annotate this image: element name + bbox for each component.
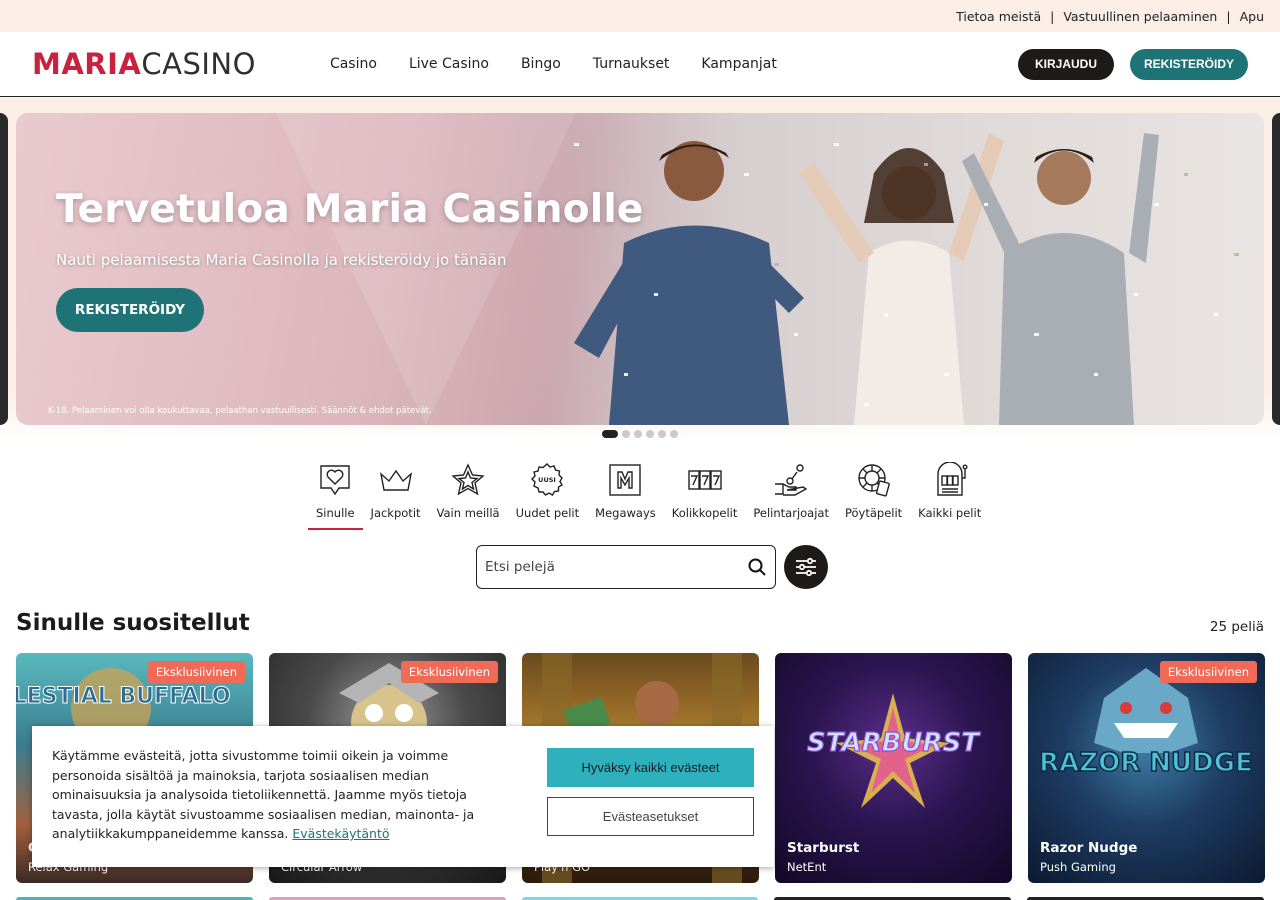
hero-section: Tervetuloa Maria Casinolle Nauti pelaami… bbox=[0, 97, 1280, 442]
carousel-dot[interactable] bbox=[634, 430, 642, 438]
exclusive-badge: Eksklusiivinen bbox=[1159, 661, 1257, 683]
game-search bbox=[476, 545, 776, 589]
carousel-dot[interactable] bbox=[622, 430, 630, 438]
nav-campaigns[interactable]: Kampanjat bbox=[701, 56, 776, 72]
utility-bar: Tietoa meistä | Vastuullinen pelaaminen … bbox=[0, 0, 1280, 32]
search-icon[interactable] bbox=[747, 557, 767, 577]
separator: | bbox=[1226, 8, 1231, 24]
game-name: Razor Nudge bbox=[1040, 840, 1138, 856]
accept-all-cookies-button[interactable]: Hyväksy kaikki evästeet bbox=[547, 748, 754, 787]
game-art-title: RAZOR NUDGE bbox=[1039, 748, 1253, 778]
cookie-actions: Hyväksy kaikki evästeet Evästeasetukset bbox=[547, 746, 754, 847]
category-label: Pöytäpelit bbox=[844, 506, 903, 520]
hero-subtitle: Nauti pelaamisesta Maria Casinolla ja re… bbox=[56, 251, 507, 269]
help-link[interactable]: Apu bbox=[1240, 9, 1264, 24]
game-name: Starburst bbox=[787, 840, 860, 856]
logo-casino: CASINO bbox=[141, 47, 256, 81]
carousel-dot[interactable] bbox=[646, 430, 654, 438]
register-button[interactable]: REKISTERÖIDY bbox=[1130, 48, 1248, 80]
cookie-settings-button[interactable]: Evästeasetukset bbox=[547, 797, 754, 836]
new-badge-text: UUSI bbox=[539, 476, 557, 484]
carousel-dot[interactable] bbox=[658, 430, 666, 438]
game-art-title: CELESTIAL BUFFALO bbox=[16, 684, 231, 709]
next-slide-peek[interactable] bbox=[1272, 113, 1280, 425]
hero-disclaimer: K-18. Pelaaminen voi olla koukuttavaa, p… bbox=[48, 406, 432, 416]
game-count: 25 peliä bbox=[1209, 619, 1264, 635]
separator: | bbox=[1050, 8, 1055, 24]
main-nav: Casino Live Casino Bingo Turnaukset Kamp… bbox=[330, 56, 777, 72]
sliders-icon bbox=[796, 557, 816, 577]
nav-bingo[interactable]: Bingo bbox=[521, 56, 561, 72]
category-megaways[interactable]: Megaways bbox=[587, 462, 664, 520]
search-input[interactable] bbox=[485, 559, 747, 575]
cookie-policy-link[interactable]: Evästekäytäntö bbox=[292, 826, 389, 841]
category-label: Vain meillä bbox=[436, 506, 500, 520]
about-us-link[interactable]: Tietoa meistä bbox=[956, 9, 1041, 24]
category-label: Pelintarjoajat bbox=[753, 506, 829, 520]
responsible-gaming-link[interactable]: Vastuullinen pelaaminen bbox=[1063, 9, 1217, 24]
logo-maria: MARIA bbox=[32, 47, 142, 81]
carousel-dot[interactable] bbox=[670, 430, 678, 438]
slot-777-icon bbox=[687, 470, 722, 490]
carousel-dots bbox=[602, 430, 678, 438]
carousel-dot[interactable] bbox=[602, 430, 618, 438]
category-providers[interactable]: Pelintarjoajat bbox=[745, 462, 837, 520]
nav-tournaments[interactable]: Turnaukset bbox=[593, 56, 670, 72]
hero-banner[interactable]: Tervetuloa Maria Casinolle Nauti pelaami… bbox=[16, 113, 1264, 425]
slot-machine-icon bbox=[936, 462, 968, 496]
exclusive-badge: Eksklusiivinen bbox=[400, 661, 498, 683]
game-tile[interactable]: STARBURST Starburst NetEnt bbox=[775, 653, 1012, 883]
game-art-title: STARBURST bbox=[807, 728, 981, 758]
category-slots[interactable]: Kolikkopelit bbox=[664, 462, 746, 520]
star-icon bbox=[451, 463, 485, 496]
category-table-games[interactable]: Pöytäpelit bbox=[837, 462, 910, 520]
category-for-you[interactable]: Sinulle bbox=[308, 462, 363, 530]
category-jackpots[interactable]: Jackpotit bbox=[363, 462, 429, 520]
hand-coin-icon bbox=[775, 464, 808, 496]
previous-slide-peek[interactable] bbox=[0, 113, 8, 425]
category-label: Kaikki pelit bbox=[918, 506, 982, 520]
section-title: Sinulle suositellut bbox=[16, 610, 250, 636]
nav-casino[interactable]: Casino bbox=[330, 56, 377, 72]
exclusive-badge: Eksklusiivinen bbox=[147, 661, 245, 683]
category-label: Kolikkopelit bbox=[671, 506, 738, 520]
hero-decor-triangle bbox=[276, 113, 576, 425]
crown-icon bbox=[379, 469, 412, 491]
category-all-games[interactable]: Kaikki pelit bbox=[910, 462, 989, 520]
megaways-icon bbox=[609, 464, 642, 496]
new-badge-icon: UUSI bbox=[531, 463, 564, 496]
hero-register-button[interactable]: REKISTERÖIDY bbox=[56, 288, 204, 332]
header-actions: KIRJAUDU REKISTERÖIDY bbox=[1018, 48, 1248, 80]
heart-chat-icon bbox=[320, 465, 350, 496]
hero-title: Tervetuloa Maria Casinolle bbox=[56, 187, 644, 232]
cookie-text: Käytämme evästeitä, jotta sivustomme toi… bbox=[52, 746, 504, 847]
category-label: Megaways bbox=[595, 506, 656, 520]
site-header: MARIA CASINO Casino Live Casino Bingo Tur… bbox=[0, 32, 1280, 97]
login-button[interactable]: KIRJAUDU bbox=[1018, 48, 1114, 80]
celebrating-people-image bbox=[534, 113, 1264, 425]
category-label: Jackpotit bbox=[370, 506, 421, 520]
cookie-banner: Käytämme evästeitä, jotta sivustomme toi… bbox=[32, 726, 774, 867]
game-tile[interactable]: RAZOR NUDGE Eksklusiivinen Razor Nudge P… bbox=[1028, 653, 1265, 883]
roulette-cards-icon bbox=[857, 464, 890, 497]
game-provider: Push Gaming bbox=[1040, 860, 1116, 874]
category-new-games[interactable]: UUSI Uudet pelit bbox=[508, 462, 588, 520]
game-provider: NetEnt bbox=[787, 860, 827, 874]
filter-button[interactable] bbox=[784, 545, 828, 589]
category-label: Uudet pelit bbox=[515, 506, 580, 520]
category-nav: Sinulle Jackpotit Vain meillä UUSI Uudet… bbox=[308, 462, 989, 530]
cookie-message: Käytämme evästeitä, jotta sivustomme toi… bbox=[52, 748, 475, 841]
maria-casino-logo[interactable]: MARIA CASINO bbox=[32, 47, 256, 81]
category-label: Sinulle bbox=[316, 506, 355, 520]
category-exclusive[interactable]: Vain meillä bbox=[429, 462, 508, 520]
nav-live-casino[interactable]: Live Casino bbox=[409, 56, 489, 72]
